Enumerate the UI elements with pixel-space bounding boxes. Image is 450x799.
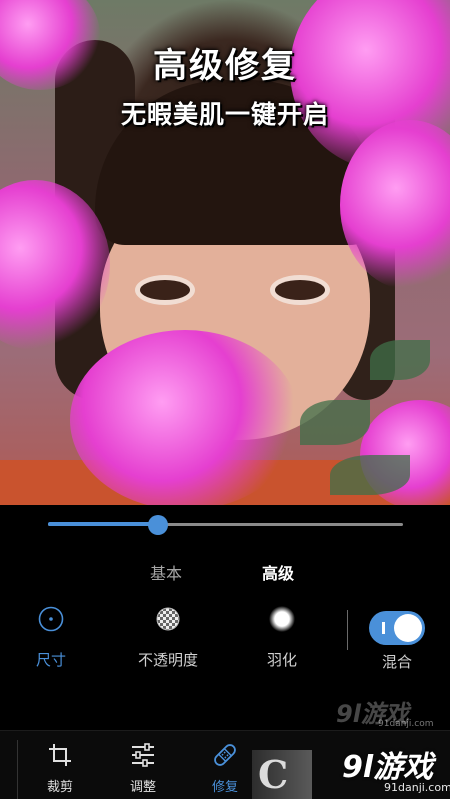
watermark-url-faint: 91danji.com [378,719,434,729]
watermark-thumbnail-icon: C [258,752,289,797]
blend-toggle[interactable] [369,611,425,645]
toggle-on-bar [382,622,385,634]
photo-eye-right [275,280,325,300]
sliders-icon [132,743,154,767]
circle-dot-icon [38,606,64,632]
photo-leaf [370,340,430,380]
photo-flower [70,330,300,505]
photo-eye-left [140,280,190,300]
nav-crop-label: 裁剪 [46,780,73,795]
nav-crop[interactable]: 裁剪 [32,742,88,795]
slider-fill [48,522,158,526]
crop-icon [49,744,71,766]
bandage-icon [214,744,236,766]
blend-label: 混合 [381,653,412,671]
nav-repair-label: 修复 [211,780,238,795]
tool-opacity-label: 不透明度 [137,651,198,669]
photo-leaf [300,400,370,445]
toggle-knob [394,614,422,642]
photo-preview: 高级修复 无暇美肌一键开启 [0,0,450,505]
watermark-thumbnail: C [252,750,312,799]
tab-advanced[interactable]: 高级 [262,560,294,584]
tool-size[interactable]: 尺寸 [0,605,106,670]
nav-adjust[interactable]: 调整 [115,742,171,795]
feather-glow-icon [269,606,295,632]
subheadline: 无暇美肌一键开启 [120,100,329,129]
tab-basic[interactable]: 基本 [150,560,182,584]
nav-edge-line [17,740,18,799]
size-slider[interactable] [48,515,403,535]
tool-feather-label: 羽化 [266,651,297,669]
tool-opacity[interactable]: 不透明度 [113,605,223,670]
photo-leaf [330,455,410,495]
checker-opacity-icon [156,607,180,631]
tool-size-label: 尺寸 [35,651,66,669]
headline: 高级修复 [153,46,297,86]
mode-tabs: 基本 高级 [0,560,450,584]
tool-divider [347,610,348,650]
nav-adjust-label: 调整 [129,780,156,795]
tool-feather[interactable]: 羽化 [227,605,337,670]
watermark-url: 91danji.com [384,781,450,794]
watermark-logo: 9l游戏 [342,750,434,785]
slider-thumb[interactable] [148,515,168,535]
nav-repair[interactable]: 修复 [197,742,253,795]
